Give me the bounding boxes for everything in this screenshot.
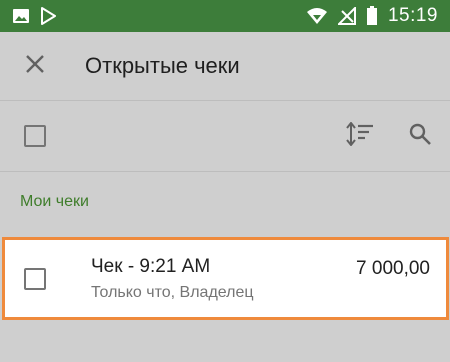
- play-store-icon: [40, 7, 56, 25]
- receipt-amount: 7 000,00: [356, 258, 430, 279]
- section-title: Мои чеки: [20, 193, 89, 210]
- select-all-checkbox[interactable]: [0, 101, 70, 171]
- search-icon: [408, 122, 432, 151]
- page-title: Открытые чеки: [85, 53, 240, 78]
- list-item-placeholder: [0, 320, 450, 362]
- battery-icon: [366, 6, 378, 26]
- list-item[interactable]: Чек - 9:21 AM Только что, Владелец 7 000…: [2, 237, 449, 320]
- sort-icon: [346, 120, 374, 151]
- no-signal-icon: [337, 7, 356, 25]
- close-button[interactable]: [0, 32, 70, 100]
- row-checkbox[interactable]: [5, 240, 65, 317]
- receipt-title: Чек - 9:21 AM: [91, 255, 211, 277]
- receipt-subtitle: Только что, Владелец: [91, 283, 254, 301]
- divider: [0, 171, 450, 172]
- checkbox-icon: [24, 125, 46, 147]
- search-button[interactable]: [390, 101, 450, 171]
- sort-button[interactable]: [330, 101, 390, 171]
- wifi-icon: [306, 7, 328, 25]
- status-bar: 15:19: [0, 0, 450, 32]
- image-icon: [12, 8, 30, 24]
- checkbox-icon: [24, 267, 46, 290]
- status-time: 15:19: [387, 5, 438, 26]
- close-icon: [25, 54, 45, 79]
- toolbar: [0, 101, 450, 171]
- app-bar: Открытые чеки: [0, 32, 450, 100]
